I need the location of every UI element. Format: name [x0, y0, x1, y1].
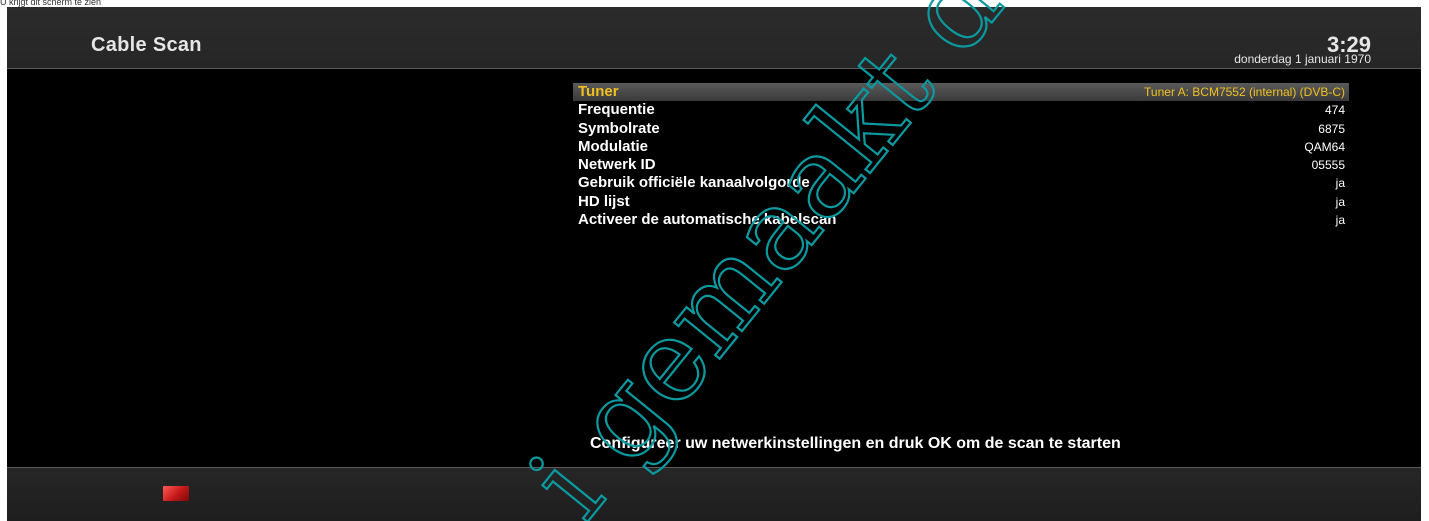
menu-item-label: Symbolrate — [578, 119, 660, 137]
red-color-key-icon[interactable] — [163, 486, 189, 501]
menu-item-symbolrate[interactable]: Symbolrate 6875 — [573, 120, 1349, 138]
menu-item-value: 474 — [1324, 103, 1345, 118]
menu-item-label: Tuner — [578, 83, 619, 100]
header-bar: Cable Scan 3:29 donderdag 1 januari 1970 — [7, 7, 1421, 68]
menu-item-label: Modulatie — [578, 137, 648, 155]
menu-item-hd-list[interactable]: HD lijst ja — [573, 193, 1349, 211]
tv-screen: Cable Scan 3:29 donderdag 1 januari 1970… — [7, 7, 1421, 521]
menu-item-label: Netwerk ID — [578, 156, 656, 174]
menu-item-tuner[interactable]: Tuner Tuner A: BCM7552 (internal) (DVB-C… — [573, 83, 1349, 102]
settings-menu: Tuner Tuner A: BCM7552 (internal) (DVB-C… — [573, 83, 1349, 229]
menu-item-label: Activeer de automatische kabelscan — [578, 211, 837, 229]
menu-item-auto-cablescan[interactable]: Activeer de automatische kabelscan ja — [573, 211, 1349, 229]
help-text: Configureer uw netwerkinstellingen en dr… — [590, 435, 1121, 452]
menu-item-value: Tuner A: BCM7552 (internal) (DVB-C) — [1144, 85, 1345, 99]
menu-item-value: 05555 — [1311, 158, 1345, 173]
menu-item-label: Gebruik officiële kanaalvolgorde — [578, 174, 810, 192]
menu-item-label: Frequentie — [578, 101, 655, 119]
menu-item-value: QAM64 — [1304, 139, 1345, 154]
menu-item-frequency[interactable]: Frequentie 474 — [573, 101, 1349, 119]
menu-item-value: ja — [1335, 176, 1345, 191]
menu-item-network-id[interactable]: Netwerk ID 05555 — [573, 156, 1349, 174]
menu-item-value: ja — [1335, 213, 1345, 228]
menu-item-value: ja — [1335, 194, 1345, 209]
menu-item-modulation[interactable]: Modulatie QAM64 — [573, 138, 1349, 156]
footer-bar — [7, 468, 1421, 521]
clock-date: donderdag 1 januari 1970 — [1234, 52, 1371, 66]
header-divider — [7, 68, 1421, 69]
menu-item-label: HD lijst — [578, 192, 630, 210]
menu-item-value: 6875 — [1318, 121, 1345, 136]
page-title: Cable Scan — [91, 34, 202, 56]
menu-item-official-order[interactable]: Gebruik officiële kanaalvolgorde ja — [573, 174, 1349, 192]
